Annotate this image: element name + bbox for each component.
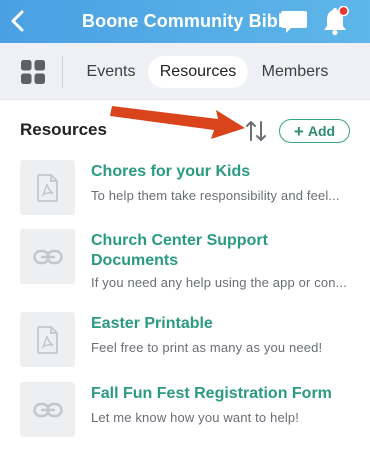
sort-arrows-icon [246,121,266,141]
notifications-button[interactable] [320,5,350,36]
section-title: Resources [20,120,107,139]
link-icon [32,402,63,417]
pdf-file-icon [36,325,58,354]
bell-icon [324,5,349,36]
plus-icon: + [293,121,304,141]
resource-item[interactable]: Easter Printable Feel free to print as m… [20,312,350,372]
resource-description: Let me know how you want to help! [91,410,300,425]
resource-description: Feel free to print as many as you need! [91,340,323,355]
tab-events[interactable]: Events [80,56,142,88]
add-resource-button[interactable]: + Add [279,119,350,143]
resource-description: To help them take responsibility and fee… [91,188,340,203]
apps-menu-button[interactable] [20,59,46,85]
resource-thumbnail [20,160,75,215]
add-label: Add [307,123,336,139]
tab-divider [62,56,63,88]
pdf-file-icon [36,173,58,202]
resource-thumbnail [20,312,75,367]
notification-dot [338,5,349,17]
header-title: Boone Community Bible [82,11,294,31]
messages-button[interactable] [280,9,308,35]
resource-title: Fall Fun Fest Registration Form [91,385,332,402]
grid-icon [21,60,45,84]
resource-thumbnail [20,382,75,437]
resource-title: Chores for your Kids [91,163,251,180]
resource-title: Easter Printable [91,315,213,332]
app-header: Boone Community Bible [0,0,370,43]
resource-title: Church Center Support Documents [91,232,268,269]
resource-item[interactable]: Chores for your Kids To help them take r… [20,160,350,220]
link-icon [32,249,63,264]
resource-item[interactable]: Church Center Support Documents If you n… [20,229,350,291]
back-button[interactable] [6,6,32,36]
chat-bubble-icon [281,11,307,33]
sort-button[interactable] [244,119,268,143]
resource-thumbnail [20,229,75,284]
group-tab-bar: Events Resources Members [0,43,370,100]
tab-members[interactable]: Members [256,56,334,88]
resource-description: If you need any help using the app or co… [91,275,347,290]
resource-item[interactable]: Fall Fun Fest Registration Form Let me k… [20,382,350,442]
chevron-left-icon [11,10,24,32]
tab-resources[interactable]: Resources [148,56,248,88]
